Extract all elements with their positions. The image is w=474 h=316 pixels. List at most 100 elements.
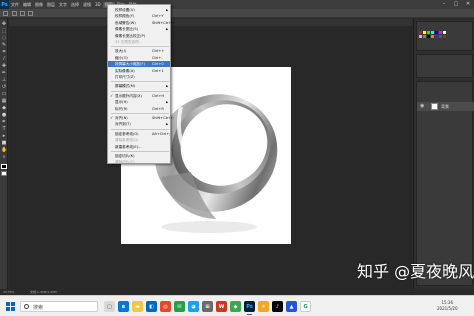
menu-item-label: 缩小(O) <box>115 55 128 60</box>
color-swatch[interactable] <box>435 31 438 34</box>
move-tool-icon[interactable]: ✥ <box>1 22 7 27</box>
view-menu-item[interactable]: 锁定切片(K) <box>108 153 170 159</box>
wechat-icon[interactable]: ✉ <box>174 301 185 312</box>
menu-1[interactable]: 编辑 <box>21 2 33 8</box>
type-tool-icon[interactable]: T <box>1 127 7 132</box>
menu-4[interactable]: 文字 <box>57 2 69 8</box>
menu-5[interactable]: 选择 <box>69 2 81 8</box>
crop-tool-icon[interactable]: ⌗ <box>1 50 7 55</box>
view-menu-item[interactable]: 屏幕模式(M) ▶ <box>108 83 170 89</box>
view-menu-item[interactable]: 校样设置(U) ▶ <box>108 7 170 13</box>
background-color-icon[interactable] <box>1 171 7 176</box>
minimize-icon[interactable]: – <box>438 0 450 9</box>
healing-tool-icon[interactable]: ✚ <box>1 64 7 69</box>
view-menu-dropdown: 校样设置(U) ▶ 校样颜色(Y) Ctrl+Y 色域警告(W) Shift+Ctrl+Y… <box>107 4 175 165</box>
view-menu-item[interactable]: 缩小(O) Ctrl+- <box>108 55 170 61</box>
taskbar-search[interactable]: 搜索 <box>20 301 98 312</box>
view-menu-item[interactable]: 新建参考线(E)... <box>108 144 170 150</box>
selection-subtract-icon[interactable] <box>28 11 33 16</box>
color-swatch[interactable] <box>427 31 430 34</box>
foreground-color-icon[interactable] <box>1 164 7 169</box>
app-icon-white[interactable]: G <box>300 301 311 312</box>
view-menu-item[interactable]: 32 位预览选项... <box>108 39 170 45</box>
layer-row[interactable]: ◉ 背景 <box>417 102 474 111</box>
zoom-tool-icon[interactable]: ⌕ <box>1 155 7 160</box>
app-icon-red[interactable]: ◎ <box>160 301 171 312</box>
view-menu-item[interactable]: 标尺(R) Ctrl+R <box>108 106 170 112</box>
eraser-tool-icon[interactable]: ▭ <box>1 92 7 97</box>
view-menu-item[interactable]: ✓ 显示额外内容(X) Ctrl+H <box>108 93 170 99</box>
app-icon-gray[interactable]: ⊞ <box>202 301 213 312</box>
view-menu-item[interactable]: 色域警告(W) Shift+Ctrl+Y <box>108 20 175 26</box>
view-menu-item[interactable]: 校样颜色(Y) Ctrl+Y <box>108 13 170 19</box>
color-swatch[interactable] <box>419 35 422 38</box>
color-swatch[interactable] <box>423 35 426 38</box>
close-icon[interactable]: ✕ <box>462 0 474 9</box>
view-menu-item[interactable]: 像素长宽比(S) ▶ <box>108 26 170 32</box>
menu-7[interactable]: 3D <box>93 2 103 8</box>
history-brush-icon[interactable]: ↺ <box>1 85 7 90</box>
color-swatch[interactable] <box>443 31 446 34</box>
selection-add-icon[interactable] <box>20 11 25 16</box>
path-select-tool-icon[interactable]: ▸ <box>1 134 7 139</box>
color-swatch[interactable] <box>435 35 438 38</box>
pen-tool-icon[interactable]: ✒ <box>1 120 7 125</box>
wps-icon[interactable]: W <box>216 301 227 312</box>
view-menu-item[interactable]: 对齐到(T) ▶ <box>108 121 170 127</box>
menu-item-shortcut: Ctrl+- <box>152 55 163 60</box>
menu-item-label: 锁定切片(K) <box>115 154 135 158</box>
tiktok-icon[interactable]: ♪ <box>272 301 283 312</box>
lasso-tool-icon[interactable]: ◌ <box>1 36 7 41</box>
edge-icon[interactable]: e <box>118 301 129 312</box>
blur-tool-icon[interactable]: ◆ <box>1 106 7 111</box>
view-menu-item[interactable]: 显示(H) ▶ <box>108 99 170 105</box>
eyedropper-tool-icon[interactable]: ⁄ <box>1 57 7 62</box>
view-menu-item[interactable]: 放大(I) Ctrl++ <box>108 48 170 54</box>
view-menu-item[interactable]: 打印尺寸(Z) <box>108 74 170 80</box>
shape-tool-icon[interactable]: ■ <box>1 141 7 146</box>
menu-item-shortcut: Ctrl+1 <box>152 68 164 73</box>
system-clock[interactable]: 15:36 2021/5/20 <box>437 300 458 312</box>
color-swatch[interactable] <box>443 35 446 38</box>
selection-mode-icon[interactable] <box>12 11 17 16</box>
view-menu-item[interactable]: 按屏幕大小缩放(F) Ctrl+0 <box>108 61 170 68</box>
view-menu-item[interactable]: 实际像素(A) Ctrl+1 <box>108 68 170 74</box>
photoshop-taskbar-icon[interactable]: Ps <box>244 301 255 315</box>
quick-select-tool-icon[interactable]: ✎ <box>1 43 7 48</box>
marquee-tool-icon[interactable]: ⬚ <box>1 29 7 34</box>
color-swatch[interactable] <box>431 35 434 38</box>
color-swatch[interactable] <box>439 31 442 34</box>
view-menu-item[interactable]: 清除参考线(D) <box>108 137 170 143</box>
color-swatch[interactable] <box>419 31 422 34</box>
color-swatch[interactable] <box>423 31 426 34</box>
task-view-icon[interactable]: ▢ <box>104 301 115 312</box>
gradient-tool-icon[interactable]: ▦ <box>1 99 7 104</box>
color-swatch[interactable] <box>431 31 434 34</box>
view-menu-item[interactable]: 清除切片(C) <box>108 159 170 165</box>
menu-3[interactable]: 图层 <box>45 2 57 8</box>
menu-0[interactable]: 文件 <box>9 2 21 8</box>
menu-2[interactable]: 图像 <box>33 2 45 8</box>
store-icon[interactable]: ◧ <box>146 301 157 312</box>
maximize-icon[interactable]: □ <box>450 0 462 9</box>
qq-icon[interactable]: ◕ <box>188 301 199 312</box>
brush-tool-icon[interactable]: ✏ <box>1 71 7 76</box>
menu-item-label: 32 位预览选项... <box>115 40 143 44</box>
view-menu-item[interactable]: ✓ 对齐(N) Shift+Ctrl+; <box>108 115 174 121</box>
stamp-tool-icon[interactable]: ⊥ <box>1 78 7 83</box>
view-menu-item[interactable]: 像素长宽比校正(P) <box>108 33 170 39</box>
menu-6[interactable]: 滤镜 <box>81 2 93 8</box>
app-icon-orange[interactable]: ☀ <box>258 301 269 312</box>
app-icon-blue[interactable]: ▲ <box>286 301 297 312</box>
view-menu-item[interactable]: 锁定参考线(G) Alt+Ctrl+; <box>108 131 171 137</box>
color-swatch[interactable] <box>427 35 430 38</box>
color-swatch[interactable] <box>439 35 442 38</box>
file-explorer-icon[interactable]: ▬ <box>132 301 143 312</box>
dodge-tool-icon[interactable]: ● <box>1 113 7 118</box>
windows-start-icon[interactable] <box>6 302 15 311</box>
hand-tool-icon[interactable]: ✋ <box>1 148 7 153</box>
tool-preset-icon[interactable] <box>3 11 8 16</box>
window-controls: – □ ✕ <box>414 0 474 9</box>
visibility-eye-icon[interactable]: ◉ <box>420 103 424 109</box>
app-icon-green[interactable]: ◆ <box>230 301 241 312</box>
